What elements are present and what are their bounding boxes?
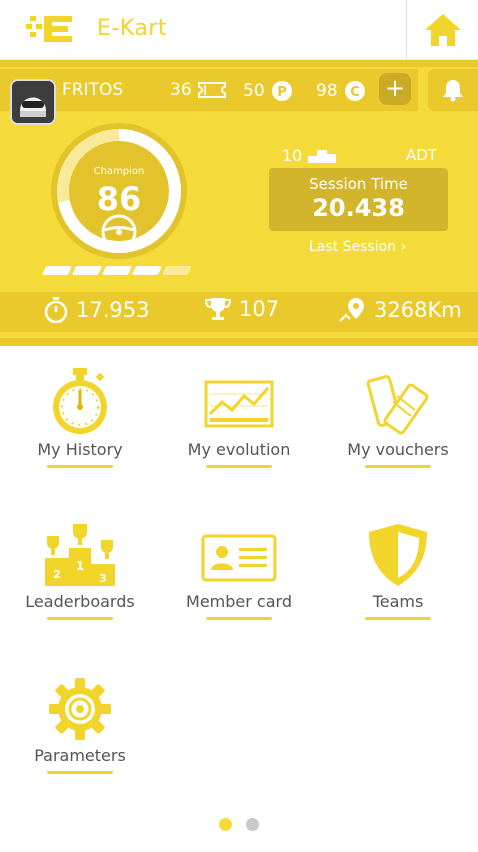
helmet-icon: [12, 81, 54, 123]
notifications-button[interactable]: [428, 69, 478, 111]
level-segment: [161, 266, 193, 275]
session-time-title: Session Time: [309, 175, 408, 193]
level-segment: [131, 266, 163, 275]
level-segment: [101, 266, 133, 275]
session-time-card: Session Time 20.438: [269, 168, 448, 231]
distance-stat: 3268Km: [338, 297, 462, 323]
shield-icon: [369, 524, 427, 586]
menu-parameters[interactable]: Parameters: [0, 676, 160, 774]
svg-text:P: P: [277, 85, 287, 100]
add-credits-button[interactable]: +: [379, 73, 411, 105]
menu-my-vouchers[interactable]: My vouchers: [318, 368, 478, 468]
member-card-icon: [201, 534, 277, 582]
stopwatch-icon: [44, 297, 68, 323]
home-icon: [424, 14, 461, 46]
svg-text:C: C: [350, 85, 360, 100]
menu-my-evolution[interactable]: My evolution: [159, 368, 319, 468]
svg-text:3: 3: [99, 572, 107, 585]
points-counter: 50 P: [243, 80, 293, 102]
svg-text:1: 1: [76, 559, 84, 573]
menu-my-history[interactable]: My History: [0, 368, 160, 468]
podium-icon: 1 2 3: [45, 524, 115, 586]
route-pin-icon: [339, 298, 364, 322]
last-session-link[interactable]: Last Session ›: [309, 239, 406, 255]
username: FRITOS: [62, 80, 124, 100]
menu-member-card[interactable]: Member card: [159, 522, 319, 620]
best-count: 10: [282, 146, 337, 165]
bell-icon: [443, 80, 463, 102]
svg-text:2: 2: [53, 568, 61, 581]
podium-small-icon: [308, 149, 337, 163]
app-logo-icon: [26, 16, 72, 42]
track-code: ADT: [406, 146, 437, 164]
gear-icon: [49, 678, 111, 740]
tickets-counter: 36: [170, 80, 226, 100]
menu-leaderboards[interactable]: 1 2 3 Leaderboards: [0, 522, 160, 620]
top-bar: E-Kart: [0, 0, 478, 60]
trophies-stat: 107: [205, 297, 279, 321]
home-button[interactable]: [406, 0, 478, 60]
points-coin-icon: P: [271, 81, 292, 101]
ticket-icon: [197, 82, 226, 98]
avatar[interactable]: [10, 79, 56, 125]
page-indicator: [219, 818, 259, 831]
app-title: E-Kart: [97, 16, 168, 41]
session-time-value: 20.438: [312, 194, 405, 222]
level-progress: [41, 266, 193, 275]
best-lap-stat: 17.953: [44, 297, 149, 323]
menu-teams[interactable]: Teams: [318, 522, 478, 620]
chevron-right-icon: ›: [400, 239, 407, 255]
credits-coin-icon: C: [344, 81, 365, 101]
rank-label: Champion: [93, 166, 145, 177]
credits-counter: 98 C: [316, 80, 366, 102]
trophy-icon: [205, 298, 231, 320]
level-segment: [71, 266, 103, 275]
vouchers-icon: [366, 375, 429, 435]
page-dot[interactable]: [219, 818, 232, 831]
level-segment: [41, 266, 73, 275]
page-dot[interactable]: [246, 818, 259, 831]
rank-score: 86: [96, 180, 142, 218]
line-chart-icon: [204, 380, 274, 428]
stopwatch-icon: [53, 368, 107, 434]
